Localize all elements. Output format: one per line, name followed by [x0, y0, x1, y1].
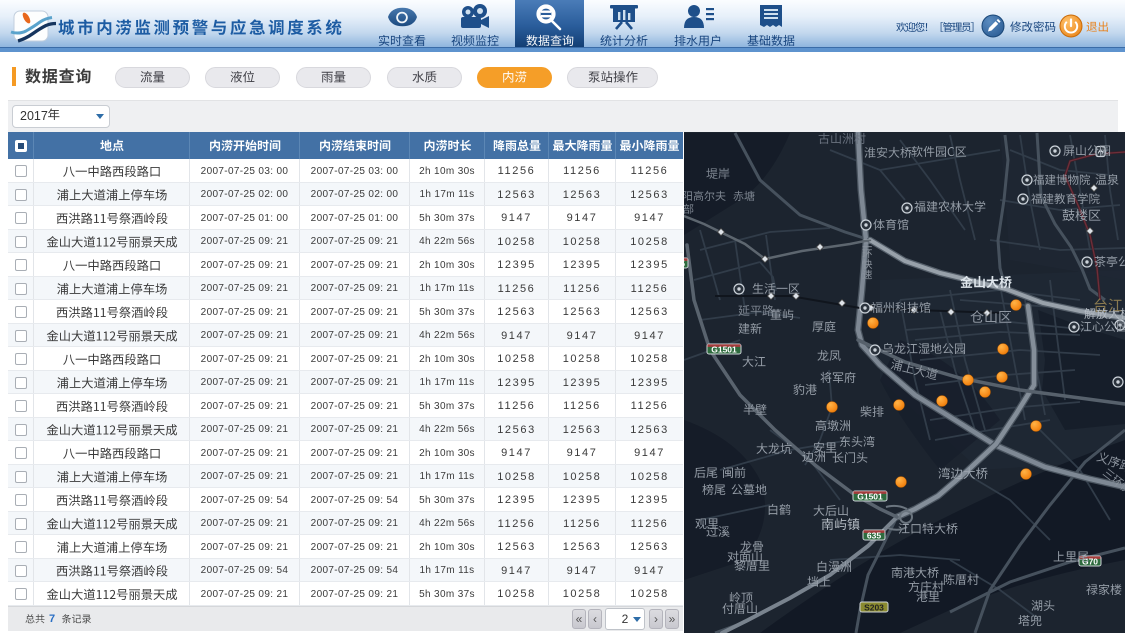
svg-text:G70: G70 — [1082, 557, 1098, 567]
svg-text:S203: S203 — [864, 603, 884, 613]
svg-text:G1501: G1501 — [711, 345, 737, 355]
svg-text:635: 635 — [867, 531, 881, 541]
svg-text:G1501: G1501 — [857, 492, 883, 502]
